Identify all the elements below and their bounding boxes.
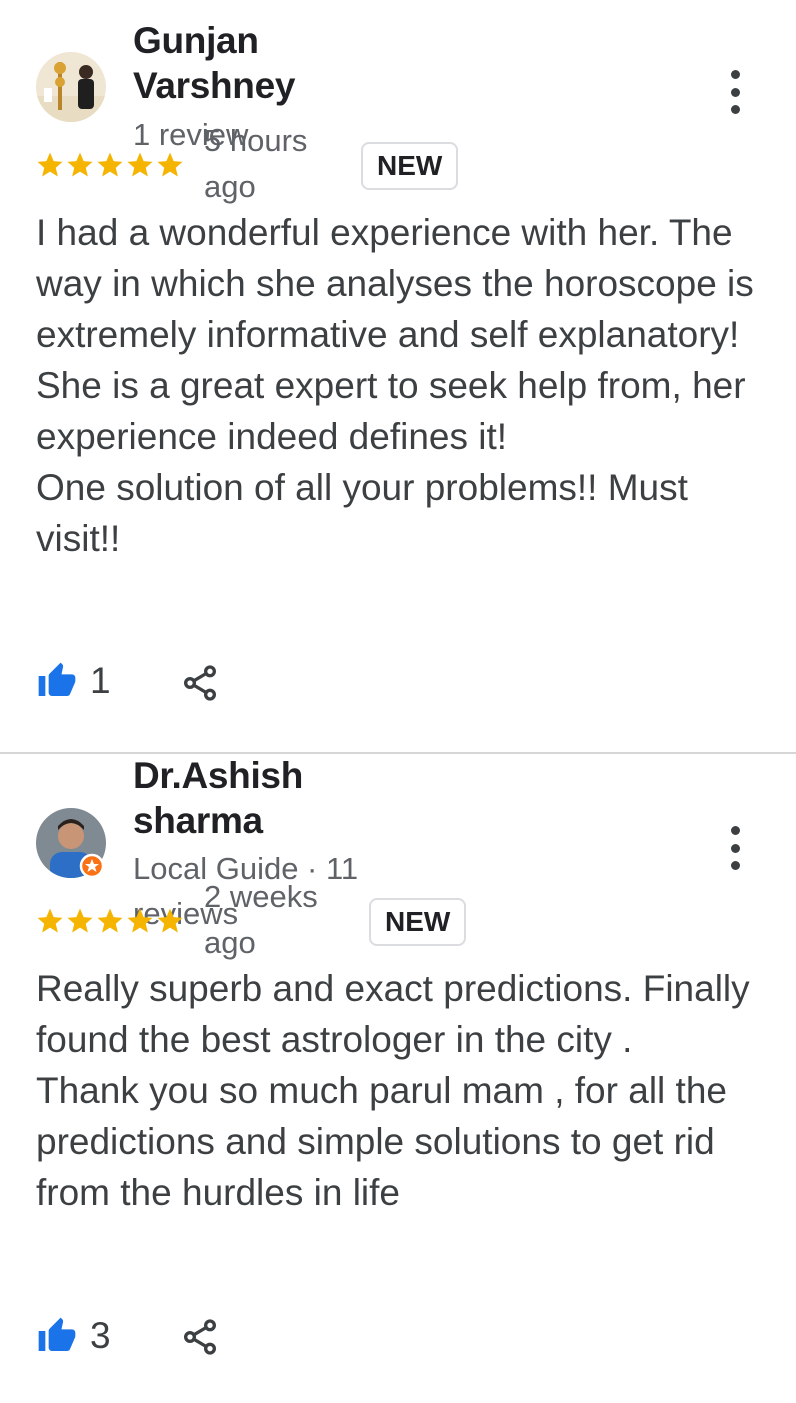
star-icon [67, 152, 93, 177]
star-rating [35, 906, 185, 938]
star-icon [67, 908, 93, 933]
star-icon [127, 908, 153, 933]
share-icon[interactable] [180, 1317, 220, 1357]
share-icon[interactable] [180, 663, 220, 703]
reviewer-name[interactable]: Dr.Ashish sharma [133, 753, 363, 843]
more-vert-icon [730, 70, 740, 79]
like-count: 3 [90, 1315, 111, 1356]
star-icon [37, 152, 63, 177]
star-icon [97, 152, 123, 177]
review-card: Gunjan Varshney 1 review 5 hours ago NEW… [0, 0, 796, 752]
reviewer-name[interactable]: Gunjan Varshney [133, 18, 363, 108]
star-icon [97, 908, 123, 933]
review-time: 5 hours ago [204, 123, 308, 204]
thumbs-up-icon [38, 662, 76, 696]
more-options-button[interactable] [718, 70, 752, 114]
new-badge: NEW [369, 898, 467, 946]
like-count: 1 [90, 660, 111, 701]
avatar[interactable] [36, 808, 106, 879]
thumbs-up-icon [38, 1317, 76, 1351]
more-options-button[interactable] [718, 826, 752, 870]
like-button[interactable]: 3 [36, 1314, 111, 1358]
star-icon [157, 152, 183, 177]
new-badge: NEW [361, 142, 459, 190]
star-icon [157, 908, 183, 933]
star-rating [35, 150, 185, 182]
star-icon [37, 908, 63, 933]
more-vert-icon [730, 826, 740, 835]
star-icon [127, 152, 153, 177]
like-button[interactable]: 1 [36, 659, 111, 703]
review-card: Dr.Ashish sharma Local Guide · 11 review… [0, 754, 796, 1403]
avatar[interactable] [36, 52, 106, 122]
review-text: I had a wonderful experience with her. T… [36, 212, 754, 559]
review-text: Really superb and exact predictions. Fin… [36, 968, 750, 1213]
review-time: 2 weeks ago [204, 879, 318, 960]
